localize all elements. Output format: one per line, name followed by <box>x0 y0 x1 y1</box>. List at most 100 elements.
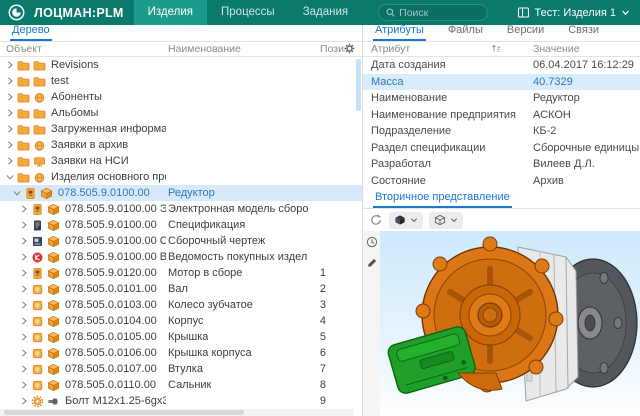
chevron-right-icon[interactable] <box>4 108 15 119</box>
tree-row[interactable]: 078.505.9.0100.00Спецификация <box>0 217 362 233</box>
chevron-right-icon[interactable] <box>4 92 15 103</box>
app-window: ЛОЦМАН:PLM Изделия Процессы Задания Тест… <box>0 0 640 416</box>
chevron-down-icon[interactable] <box>11 188 22 199</box>
chevron-right-icon[interactable] <box>18 332 29 343</box>
tree-row[interactable]: 078.505.0.0106.00Крышка корпуса6 <box>0 345 362 361</box>
tab-versii[interactable]: Версии <box>505 24 546 41</box>
tab-svyazi[interactable]: Связи <box>566 24 601 41</box>
globe-icon <box>33 171 46 184</box>
workspace-selector[interactable]: Тест: Изделия 1 <box>517 6 630 19</box>
tree-object-id: 078.505.0.0104.00 <box>65 315 157 327</box>
tree-row[interactable]: Заявки на НСИ <box>0 153 362 169</box>
tree-row[interactable]: 078.505.9.0100.00 ЭСБЭлектронная модель … <box>0 201 362 217</box>
chevron-right-icon[interactable] <box>4 140 15 151</box>
chevron-right-icon[interactable] <box>18 236 29 247</box>
chevron-right-icon[interactable] <box>18 364 29 375</box>
chevron-right-icon[interactable] <box>18 316 29 327</box>
tab-zadaniya[interactable]: Задания <box>289 0 362 25</box>
annotate-icon[interactable] <box>366 257 378 269</box>
tab-atributy[interactable]: Атрибуты <box>373 24 426 41</box>
tree-row[interactable]: Revisions <box>0 57 362 73</box>
tree-object-position: 8 <box>308 379 326 391</box>
model-3d-viewport[interactable] <box>380 231 640 416</box>
history-clock-icon[interactable] <box>366 236 378 248</box>
viewer-toolbar <box>363 209 640 231</box>
tree-row-object-cell: 078.505.9.0100.00 ВП <box>0 251 166 264</box>
attribute-row[interactable]: Дата создания06.04.2017 16:12:29 <box>363 57 640 74</box>
attribute-row[interactable]: ПодразделениеКБ-2 <box>363 123 640 140</box>
chevron-down-icon <box>450 216 458 224</box>
column-value[interactable]: Значение <box>533 43 580 55</box>
tree-row[interactable]: Заявки в архив <box>0 137 362 153</box>
chevron-right-icon[interactable] <box>18 348 29 359</box>
refresh-icon[interactable] <box>369 213 383 227</box>
tree-row[interactable]: 078.505.0.0110.00Сальник8 <box>0 377 362 393</box>
tree-row-object-cell: 078.505.0.0106.00 <box>0 347 157 360</box>
chevron-down-icon[interactable] <box>4 172 15 183</box>
chevron-right-icon[interactable] <box>18 380 29 391</box>
tree-row[interactable]: 078.505.0.0101.00Вал2 <box>0 281 362 297</box>
tree-row[interactable]: Изделия основного производства <box>0 169 362 185</box>
tree-settings-gear-icon[interactable] <box>344 43 355 54</box>
chevron-right-icon[interactable] <box>18 252 29 263</box>
folder-icon <box>17 155 30 168</box>
attribute-row[interactable]: СостояниеАрхив <box>363 173 640 190</box>
tree-row[interactable]: 078.505.0.0107.00Втулка7 <box>0 361 362 377</box>
viewer-tabs: Вторичное представление <box>363 189 640 209</box>
tree-row[interactable]: Болт М12х1.25-6gх35.109.3...9 <box>0 393 362 409</box>
chevron-right-icon[interactable] <box>4 156 15 167</box>
chevron-right-icon[interactable] <box>4 124 15 135</box>
tree-horizontal-scrollbar[interactable] <box>0 409 354 416</box>
tree-object-name: Ведомость покупных изделий <box>168 251 308 263</box>
tree-row[interactable]: 078.505.0.0105.00Крышка5 <box>0 329 362 345</box>
attribute-row[interactable]: НаименованиеРедуктор <box>363 90 640 107</box>
scrollbar-thumb[interactable] <box>4 410 244 415</box>
attribute-label: Состояние <box>371 175 426 187</box>
search-input[interactable] <box>399 7 479 19</box>
column-attribute[interactable]: Атрибут <box>371 43 410 55</box>
tab-derevo[interactable]: Дерево <box>10 24 52 41</box>
attribute-row[interactable]: Масса40.7329 <box>363 74 640 91</box>
cube-icon <box>40 187 53 200</box>
attribute-row[interactable]: Раздел спецификацииСборочные единицы <box>363 140 640 157</box>
tree-object-id: Заявки на НСИ <box>51 155 129 167</box>
reducer-3d-model <box>380 231 640 415</box>
tree-row[interactable]: Альбомы <box>0 105 362 121</box>
attribute-rows: Дата создания06.04.2017 16:12:29Масса40.… <box>363 57 640 189</box>
sort-icon[interactable] <box>491 43 502 54</box>
chevron-right-icon[interactable] <box>18 220 29 231</box>
tree-row[interactable]: 078.505.9.0100.00 СБСборочный чертеж <box>0 233 362 249</box>
cube-icon <box>47 299 60 312</box>
wireframe-view-button[interactable] <box>429 212 463 229</box>
column-name[interactable]: Наименование <box>168 43 241 55</box>
tree-object-name: Втулка <box>168 363 203 375</box>
tree-row[interactable]: 078.505.9.0100.00Редуктор <box>0 185 362 201</box>
tree-row[interactable]: 078.505.9.0120.00Мотор в сборе1 <box>0 265 362 281</box>
tree-row[interactable]: test <box>0 73 362 89</box>
search-box[interactable] <box>378 4 488 21</box>
attribute-row[interactable]: РазработалВилеев Д.Л. <box>363 156 640 173</box>
tab-faily[interactable]: Файлы <box>446 24 485 41</box>
chevron-right-icon[interactable] <box>4 76 15 87</box>
tree-row[interactable]: Загруженная информация <box>0 121 362 137</box>
chevron-right-icon[interactable] <box>18 300 29 311</box>
chevron-right-icon[interactable] <box>4 60 15 71</box>
attribute-row[interactable]: Наименование предприятияАСКОН <box>363 107 640 124</box>
tree-row[interactable]: 078.505.9.0100.00 ВПВедомость покупных и… <box>0 249 362 265</box>
tree-row-object-cell: Revisions <box>0 59 99 72</box>
chevron-right-icon[interactable] <box>18 284 29 295</box>
tab-izdeliya[interactable]: Изделия <box>134 0 207 25</box>
chevron-right-icon[interactable] <box>18 268 29 279</box>
column-position[interactable]: Позиц <box>320 43 345 55</box>
tab-protsessy[interactable]: Процессы <box>207 0 289 25</box>
column-object[interactable]: Объект <box>6 43 42 55</box>
cube-icon <box>47 283 60 296</box>
tree-row[interactable]: Абоненты <box>0 89 362 105</box>
chevron-right-icon[interactable] <box>18 204 29 215</box>
shaded-view-button[interactable] <box>389 212 423 229</box>
tree-row[interactable]: 078.505.0.0104.00Корпус4 <box>0 313 362 329</box>
tree-row[interactable]: 078.505.0.0103.00Колесо зубчатое3 <box>0 297 362 313</box>
tab-vtorichnoe-predstavlenie[interactable]: Вторичное представление <box>373 191 512 208</box>
chevron-right-icon[interactable] <box>18 396 29 407</box>
tree-object-id: test <box>51 75 69 87</box>
